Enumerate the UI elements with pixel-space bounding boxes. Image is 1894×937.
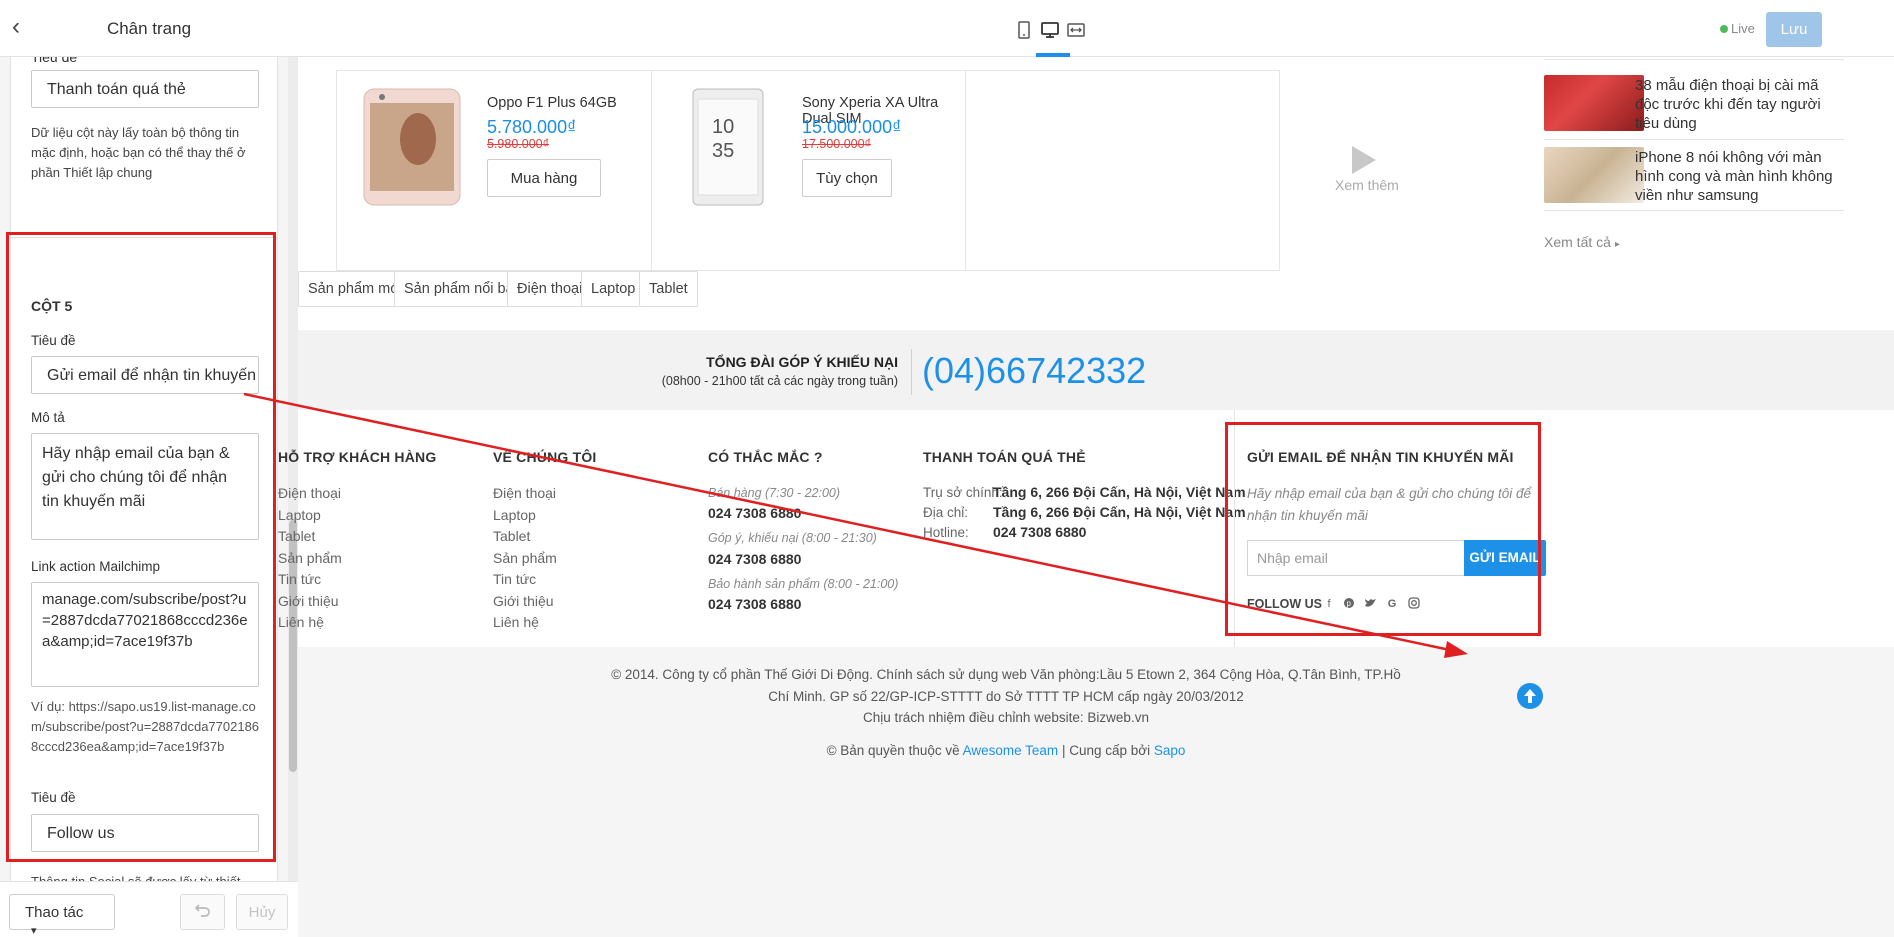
copyright-line: © 2014. Công ty cổ phần Thế Giới Di Động… bbox=[611, 667, 1401, 682]
annotation-highlight-box bbox=[6, 232, 276, 862]
footer-link[interactable]: Sản phẩm bbox=[493, 550, 557, 566]
news-title[interactable]: iPhone 8 nói không với màn hình cong và … bbox=[1635, 148, 1845, 205]
product-name[interactable]: Oppo F1 Plus 64GB bbox=[487, 95, 617, 111]
undo-button[interactable] bbox=[180, 894, 225, 930]
tab-laptop[interactable]: Laptop bbox=[581, 271, 646, 307]
footer-link[interactable]: Điện thoại bbox=[278, 485, 341, 501]
col4-hint: Dữ liệu cột này lấy toàn bộ thông tin mặ… bbox=[31, 125, 246, 180]
copyright-prefix: © Bản quyền thuộc về bbox=[826, 743, 960, 758]
cancel-button[interactable]: Hủy bbox=[236, 894, 288, 930]
payment-value: Tầng 6, 266 Đội Cấn, Hà Nội, Việt Nam bbox=[993, 484, 1246, 500]
news-title[interactable]: 38 mẫu điện thoại bị cài mã độc trước kh… bbox=[1635, 76, 1845, 133]
news-divider bbox=[1544, 210, 1844, 211]
mobile-icon[interactable] bbox=[1014, 20, 1034, 40]
site-preview: Oppo F1 Plus 64GB 5.780.000₫ 5.980.000₫ … bbox=[278, 57, 1894, 937]
hotline-hours: (08h00 - 21h00 tất cả các ngày trong tuầ… bbox=[661, 374, 898, 388]
footer-link[interactable]: Tablet bbox=[278, 528, 315, 544]
theme-editor: ‹ Chân trang Tiêu đề Thanh toán quá thẻ … bbox=[0, 0, 1894, 937]
see-more-card[interactable] bbox=[965, 70, 1280, 271]
news-divider bbox=[1544, 59, 1844, 60]
actions-label: Thao tác bbox=[25, 904, 84, 921]
sapo-link[interactable]: Sapo bbox=[1154, 743, 1186, 758]
see-all-label: Xem tất cả bbox=[1544, 234, 1611, 250]
undo-icon bbox=[194, 904, 210, 917]
footer-link[interactable]: Liên hệ bbox=[278, 614, 324, 630]
desktop-icon[interactable] bbox=[1040, 20, 1060, 40]
buy-button[interactable]: Mua hàng bbox=[487, 159, 601, 197]
faq-title: CÓ THẮC MẮC ? bbox=[708, 449, 823, 465]
news-divider bbox=[1544, 139, 1844, 140]
actions-dropdown[interactable]: Thao tác ▾ bbox=[9, 894, 115, 937]
copyright-line: Chịu trách nhiệm điều chỉnh website: Biz… bbox=[863, 710, 1149, 725]
faq-label: Bảo hành sản phẩm (8:00 - 21:00) bbox=[708, 577, 899, 591]
copyright-line: Chí Minh. GP số 22/GP-ICP-STTTT do Sở TT… bbox=[768, 689, 1244, 704]
back-to-top-button[interactable] bbox=[1517, 683, 1543, 709]
footer-link[interactable]: Laptop bbox=[278, 507, 321, 523]
footer-link[interactable]: Giới thiệu bbox=[278, 593, 339, 609]
faq-phone[interactable]: 024 7308 6880 bbox=[708, 596, 801, 612]
options-button[interactable]: Tùy chọn bbox=[802, 159, 892, 197]
settings-panel: ‹ Chân trang Tiêu đề Thanh toán quá thẻ … bbox=[0, 0, 298, 937]
footer-link[interactable]: Tin tức bbox=[493, 571, 536, 587]
live-label: Live bbox=[1731, 21, 1755, 36]
panel-header: ‹ Chân trang bbox=[0, 0, 298, 57]
footer-link[interactable]: Liên hệ bbox=[493, 614, 539, 630]
payment-value[interactable]: 024 7308 6880 bbox=[993, 524, 1086, 540]
product-image-oppo bbox=[363, 88, 461, 206]
payment-title: THANH TOÁN QUÁ THẺ bbox=[923, 449, 1086, 465]
footer-link[interactable]: Laptop bbox=[493, 507, 536, 523]
product-price: 15.000.000₫ bbox=[802, 117, 902, 137]
social-hint: Thông tin Social sẽ được lấy từ thiết lậ… bbox=[31, 872, 261, 881]
live-status-dot bbox=[1720, 25, 1728, 33]
annotation-highlight-box bbox=[1225, 422, 1541, 636]
footer-link[interactable]: Giới thiệu bbox=[493, 593, 554, 609]
awesome-team-link[interactable]: Awesome Team bbox=[963, 743, 1059, 758]
arrow-up-icon bbox=[1524, 689, 1536, 703]
faq-label: Góp ý, khiếu nại (8:00 - 21:30) bbox=[708, 531, 877, 545]
fullwidth-icon[interactable] bbox=[1066, 20, 1086, 40]
footer-link[interactable]: Tin tức bbox=[278, 571, 321, 587]
see-more-label[interactable]: Xem thêm bbox=[1335, 177, 1399, 193]
caret-right-icon: ▸ bbox=[1614, 239, 1620, 250]
col4-title-input[interactable]: Thanh toán quá thẻ bbox=[31, 70, 259, 108]
hotline-title: TỔNG ĐÀI GÓP Ý KHIẾU NẠI bbox=[706, 354, 898, 370]
payment-label: Hotline: bbox=[923, 525, 969, 540]
payment-value: Tầng 6, 266 Đội Cấn, Hà Nội, Việt Nam bbox=[993, 504, 1246, 520]
svg-text:10: 10 bbox=[712, 116, 734, 138]
column-4-card: Tiêu đề Thanh toán quá thẻ Dữ liệu cột n… bbox=[10, 57, 278, 261]
see-all-link[interactable]: Xem tất cả ▸ bbox=[1544, 234, 1620, 250]
faq-label: Bán hàng (7:30 - 22:00) bbox=[708, 486, 841, 500]
svg-text:35: 35 bbox=[712, 140, 734, 162]
product-image-sony: 10 35 bbox=[692, 88, 764, 206]
footer-col-title: VỀ CHÚNG TÔI bbox=[493, 449, 597, 465]
product-old-price: 17.500.000₫ bbox=[802, 137, 871, 151]
tab-tablet[interactable]: Tablet bbox=[639, 271, 698, 307]
footer-link[interactable]: Điện thoại bbox=[493, 485, 556, 501]
editor-toolbar bbox=[298, 0, 1894, 57]
caret-down-icon: ▾ bbox=[31, 925, 37, 937]
col4-title-label: Tiêu đề bbox=[31, 57, 78, 65]
product-card[interactable]: Oppo F1 Plus 64GB 5.780.000₫ 5.980.000₫ … bbox=[336, 70, 652, 271]
product-price: 5.780.000₫ bbox=[487, 117, 577, 137]
faq-phone[interactable]: 024 7308 6880 bbox=[708, 551, 801, 567]
play-icon bbox=[1352, 146, 1376, 174]
footer-link[interactable]: Tablet bbox=[493, 528, 530, 544]
panel-footer: Thao tác ▾ Hủy bbox=[0, 881, 298, 937]
footer-col-title: HỖ TRỢ KHÁCH HÀNG bbox=[278, 449, 437, 465]
panel-title: Chân trang bbox=[106, 19, 192, 38]
copyright-mid: | Cung cấp bởi bbox=[1061, 743, 1151, 758]
footer-link[interactable]: Sản phẩm bbox=[278, 550, 342, 566]
tab-phones[interactable]: Điện thoại bbox=[507, 271, 593, 307]
hotline-number[interactable]: (04)66742332 bbox=[922, 350, 1146, 392]
product-card[interactable]: 10 35 Sony Xperia XA Ultra Dual SIM 15.0… bbox=[651, 70, 966, 271]
payment-label: Trụ sở chính: bbox=[923, 485, 1003, 500]
save-button[interactable]: Lưu bbox=[1766, 12, 1822, 47]
faq-phone[interactable]: 024 7308 6880 bbox=[708, 505, 801, 521]
payment-label: Địa chỉ: bbox=[923, 505, 969, 520]
product-old-price: 5.980.000₫ bbox=[487, 137, 550, 151]
copyright-line: © Bản quyền thuộc về Awesome Team | Cung… bbox=[208, 743, 1804, 758]
news-image[interactable] bbox=[1544, 75, 1644, 131]
news-image[interactable] bbox=[1544, 147, 1644, 203]
hotline-divider bbox=[911, 349, 912, 395]
